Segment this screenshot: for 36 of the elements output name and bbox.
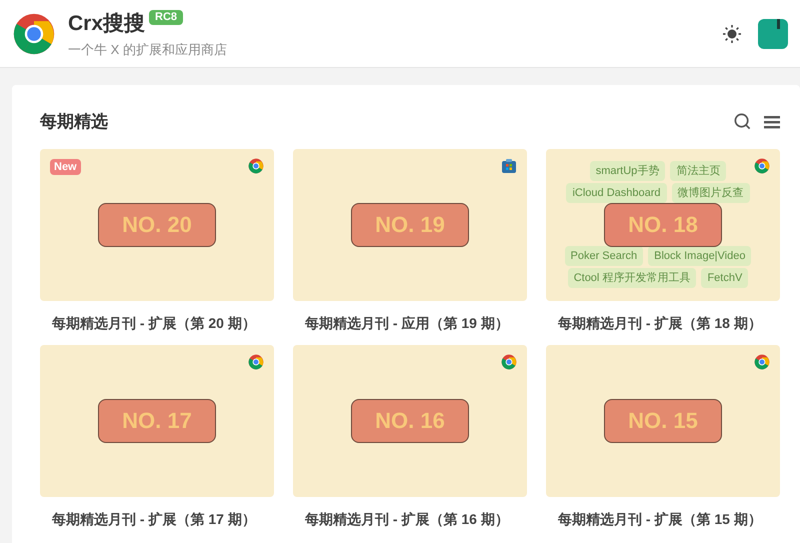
menu-icon[interactable] [764, 114, 780, 129]
avatar-icon[interactable] [758, 18, 788, 48]
issue-number-label: NO. 17 [98, 398, 216, 442]
search-icon[interactable] [733, 112, 752, 132]
issue-title[interactable]: 每期精选月刊 - 扩展（第 20 期） [52, 312, 274, 334]
issue-title[interactable]: 每期精选月刊 - 扩展（第 15 期） [558, 508, 780, 530]
brand-name: Crx搜搜 [68, 11, 146, 37]
issue-title[interactable]: 每期精选月刊 - 扩展（第 16 期） [305, 508, 527, 530]
logo-icon [12, 12, 56, 56]
new-badge: New [50, 158, 81, 175]
subtitle: 一个牛 X 的扩展和应用商店 [68, 40, 227, 58]
issue-title[interactable]: 每期精选月刊 - 扩展（第 18 期） [558, 312, 780, 334]
chrome-icon [754, 354, 770, 370]
app-tag: Poker Search [564, 246, 644, 266]
issue-number-label: NO. 15 [604, 398, 722, 442]
section-title: 每期精选 [40, 111, 108, 133]
app-tag: 简法主页 [670, 160, 726, 180]
chrome-icon [248, 354, 264, 370]
chrome-icon [501, 354, 517, 370]
version-badge: RC8 [149, 10, 184, 25]
app-tag: Block Image|Video [648, 246, 752, 266]
app-tag: 微博图片反查 [672, 183, 750, 204]
issue-title[interactable]: 每期精选月刊 - 扩展（第 17 期） [52, 508, 274, 530]
issue-title[interactable]: 每期精选月刊 - 应用（第 19 期） [305, 312, 527, 334]
sun-icon[interactable] [722, 24, 742, 44]
chrome-icon [248, 158, 264, 174]
issue-number-label: NO. 19 [351, 202, 469, 246]
store-icon [501, 158, 517, 174]
app-tag: smartUp手势 [590, 160, 666, 180]
app-tag: iCloud Dashboard [566, 183, 667, 204]
issue-number-label: NO. 16 [351, 398, 469, 442]
issue-number-label: NO. 18 [604, 202, 722, 246]
chrome-icon [754, 158, 770, 174]
app-tag: Ctool 程序开发常用工具 [568, 268, 696, 288]
app-tag: FetchV [701, 268, 748, 288]
issue-number-label: NO. 20 [98, 202, 216, 246]
